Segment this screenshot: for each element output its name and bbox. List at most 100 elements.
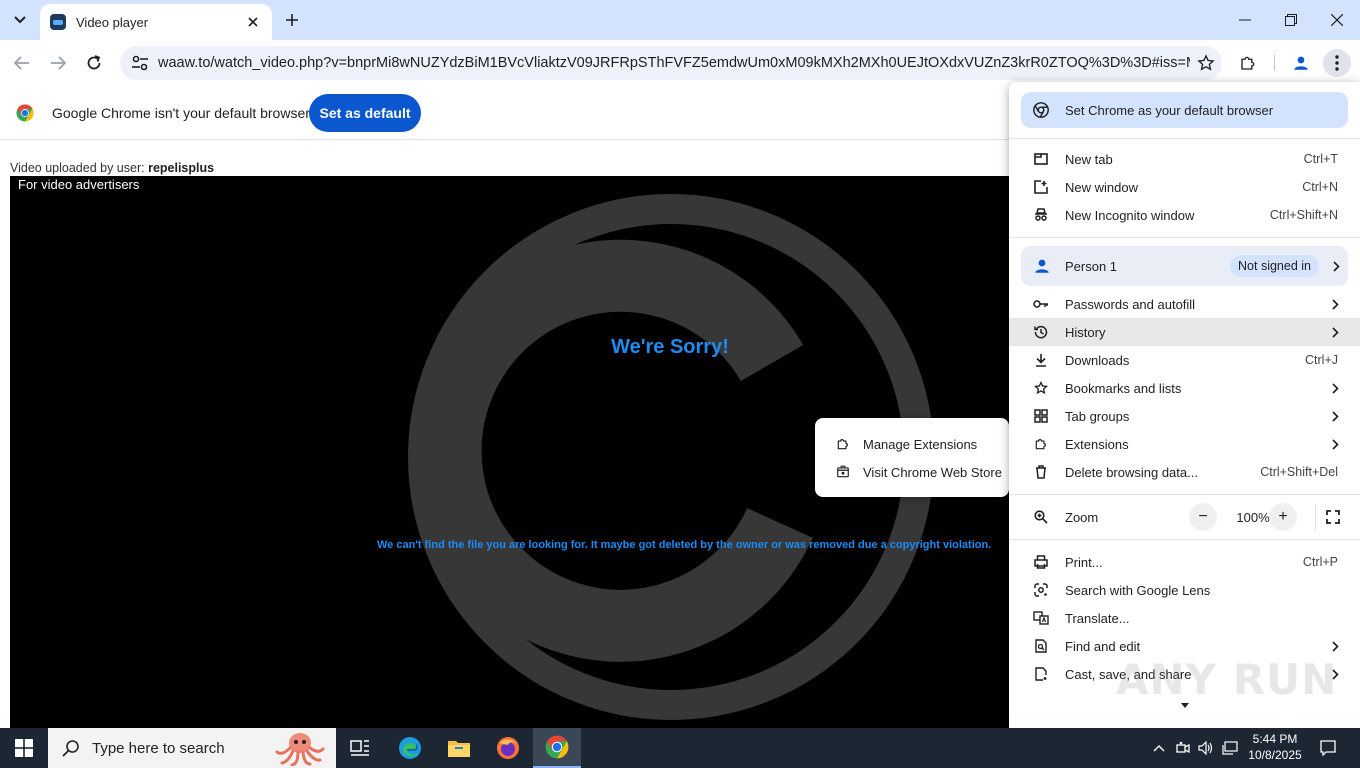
folder-icon xyxy=(448,741,470,757)
print-icon xyxy=(1033,554,1049,570)
menu-delete-browsing-data[interactable]: Delete browsing data... Ctrl+Shift+Del xyxy=(1009,458,1360,486)
uploader-name[interactable]: repelisplus xyxy=(148,161,214,175)
menu-new-window[interactable]: New window Ctrl+N xyxy=(1009,173,1360,201)
menu-extensions[interactable]: Extensions xyxy=(1009,430,1360,458)
close-window-button[interactable] xyxy=(1314,0,1360,40)
back-button[interactable] xyxy=(8,49,36,77)
person-icon xyxy=(1294,56,1308,70)
menu-history[interactable]: History xyxy=(1009,318,1360,346)
menu-downloads[interactable]: Downloads Ctrl+J xyxy=(1009,346,1360,374)
taskbar-clock[interactable]: 5:44 PM 10/8/2025 xyxy=(1248,731,1302,763)
firefox-icon xyxy=(497,737,519,759)
menu-bookmarks[interactable]: Bookmarks and lists xyxy=(1009,374,1360,402)
chrome-menu-button[interactable] xyxy=(1323,49,1351,77)
promo-label: Set Chrome as your default browser xyxy=(1065,102,1274,118)
browser-toolbar: waaw.to/watch_video.php?v=bnprMi8wNUZYdz… xyxy=(0,40,1360,86)
firefox-taskbar-app[interactable] xyxy=(484,728,532,768)
extensions-submenu: Manage Extensions Visit Chrome Web Store xyxy=(815,418,1009,497)
delete-data-label: Delete browsing data... xyxy=(1065,464,1198,480)
menu-passwords[interactable]: Passwords and autofill xyxy=(1009,290,1360,318)
anyrun-watermark: ANY RUN xyxy=(1116,655,1338,704)
plus-icon xyxy=(286,14,298,26)
menu-divider xyxy=(1009,237,1360,238)
menu-person-profile[interactable]: Person 1 Not signed in xyxy=(1021,246,1348,286)
tab-video-player[interactable]: Video player xyxy=(40,4,272,40)
set-as-default-button[interactable]: Set as default xyxy=(309,94,421,132)
start-button[interactable] xyxy=(0,728,48,768)
menu-print[interactable]: Print... Ctrl+P xyxy=(1009,548,1360,576)
chrome-taskbar-app[interactable] xyxy=(533,728,581,768)
puzzle-icon xyxy=(835,436,851,452)
volume-icon[interactable] xyxy=(1198,740,1214,756)
menu-tab-groups[interactable]: Tab groups xyxy=(1009,402,1360,430)
menu-new-incognito[interactable]: New Incognito window Ctrl+Shift+N xyxy=(1009,201,1360,229)
chevron-right-icon xyxy=(1330,326,1340,338)
notifications-icon[interactable] xyxy=(1320,740,1336,756)
tab-search-button[interactable] xyxy=(6,6,34,34)
downloads-label: Downloads xyxy=(1065,352,1130,368)
tab-groups-icon xyxy=(1033,408,1049,424)
tab-close-icon[interactable] xyxy=(244,13,262,31)
person-icon xyxy=(1035,259,1049,273)
octopus-icon xyxy=(275,733,325,766)
forward-button[interactable] xyxy=(44,49,72,77)
close-icon xyxy=(1331,14,1343,26)
fullscreen-button[interactable] xyxy=(1319,503,1347,531)
new-incognito-shortcut: Ctrl+Shift+N xyxy=(1269,208,1338,222)
taskbar-search-placeholder: Type here to search xyxy=(92,739,225,757)
chrome-main-menu: Set Chrome as your default browser New t… xyxy=(1009,82,1360,728)
manage-extensions-item[interactable]: Manage Extensions xyxy=(815,430,1009,458)
restore-icon xyxy=(1285,14,1297,26)
new-tab-button[interactable] xyxy=(280,8,304,32)
visit-web-store-item[interactable]: Visit Chrome Web Store xyxy=(815,458,1009,486)
profile-button[interactable] xyxy=(1287,49,1315,77)
menu-translate[interactable]: Translate... xyxy=(1009,604,1360,632)
minimize-icon xyxy=(1239,19,1251,21)
restore-button[interactable] xyxy=(1268,0,1314,40)
print-label: Print... xyxy=(1065,554,1103,570)
for-video-advertisers-link[interactable]: For video advertisers xyxy=(18,177,139,192)
tab-groups-label: Tab groups xyxy=(1065,408,1130,424)
menu-new-tab[interactable]: New tab Ctrl+T xyxy=(1009,145,1360,173)
zoom-divider xyxy=(1315,504,1316,530)
edge-taskbar-app[interactable] xyxy=(386,728,434,768)
zoom-in-label: + xyxy=(1278,508,1288,525)
delete-data-shortcut: Ctrl+Shift+Del xyxy=(1260,465,1338,479)
menu-divider xyxy=(1009,138,1360,139)
arrow-left-icon xyxy=(14,56,29,70)
reload-icon xyxy=(87,55,101,70)
tab-strip: Video player xyxy=(0,0,1360,40)
chevron-right-icon xyxy=(1330,438,1340,450)
clock-date: 10/8/2025 xyxy=(1248,748,1302,762)
task-view-button[interactable] xyxy=(336,728,384,768)
zoom-out-label: − xyxy=(1198,508,1208,525)
file-explorer-taskbar-app[interactable] xyxy=(435,728,483,768)
chevron-right-icon xyxy=(1333,260,1340,272)
tray-overflow-chevron-icon[interactable] xyxy=(1151,740,1167,756)
translate-icon xyxy=(1033,610,1049,626)
menu-google-lens[interactable]: Search with Google Lens xyxy=(1009,576,1360,604)
address-bar[interactable]: waaw.to/watch_video.php?v=bnprMi8wNUZYdz… xyxy=(120,46,1222,80)
chrome-icon xyxy=(1033,102,1049,118)
extensions-button[interactable] xyxy=(1234,49,1262,77)
zoom-out-button[interactable]: − xyxy=(1189,503,1217,531)
windows-taskbar: Type here to search 5:44 PM 10/8/2025 xyxy=(0,728,1360,768)
uploaded-by-line: Video uploaded by user: repelisplus xyxy=(10,161,214,175)
find-edit-label: Find and edit xyxy=(1065,638,1141,654)
meet-now-icon[interactable] xyxy=(1175,740,1191,756)
downloads-shortcut: Ctrl+J xyxy=(1305,353,1338,367)
zoom-in-button[interactable]: + xyxy=(1269,503,1297,531)
print-shortcut: Ctrl+P xyxy=(1302,555,1338,569)
network-icon[interactable] xyxy=(1222,740,1238,756)
arrow-right-icon xyxy=(51,56,66,70)
bookmark-star-icon[interactable] xyxy=(1190,47,1222,79)
minimize-button[interactable] xyxy=(1222,0,1268,40)
lens-icon xyxy=(1033,582,1049,598)
translate-label: Translate... xyxy=(1065,610,1130,626)
reload-button[interactable] xyxy=(80,49,108,77)
url-text[interactable]: waaw.to/watch_video.php?v=bnprMi8wNUZYdz… xyxy=(158,55,1190,71)
set-default-promo[interactable]: Set Chrome as your default browser xyxy=(1021,92,1348,128)
infobar-message: Google Chrome isn't your default browser xyxy=(52,105,310,121)
site-info-icon[interactable] xyxy=(128,51,152,75)
taskbar-search-box[interactable]: Type here to search xyxy=(48,728,336,768)
